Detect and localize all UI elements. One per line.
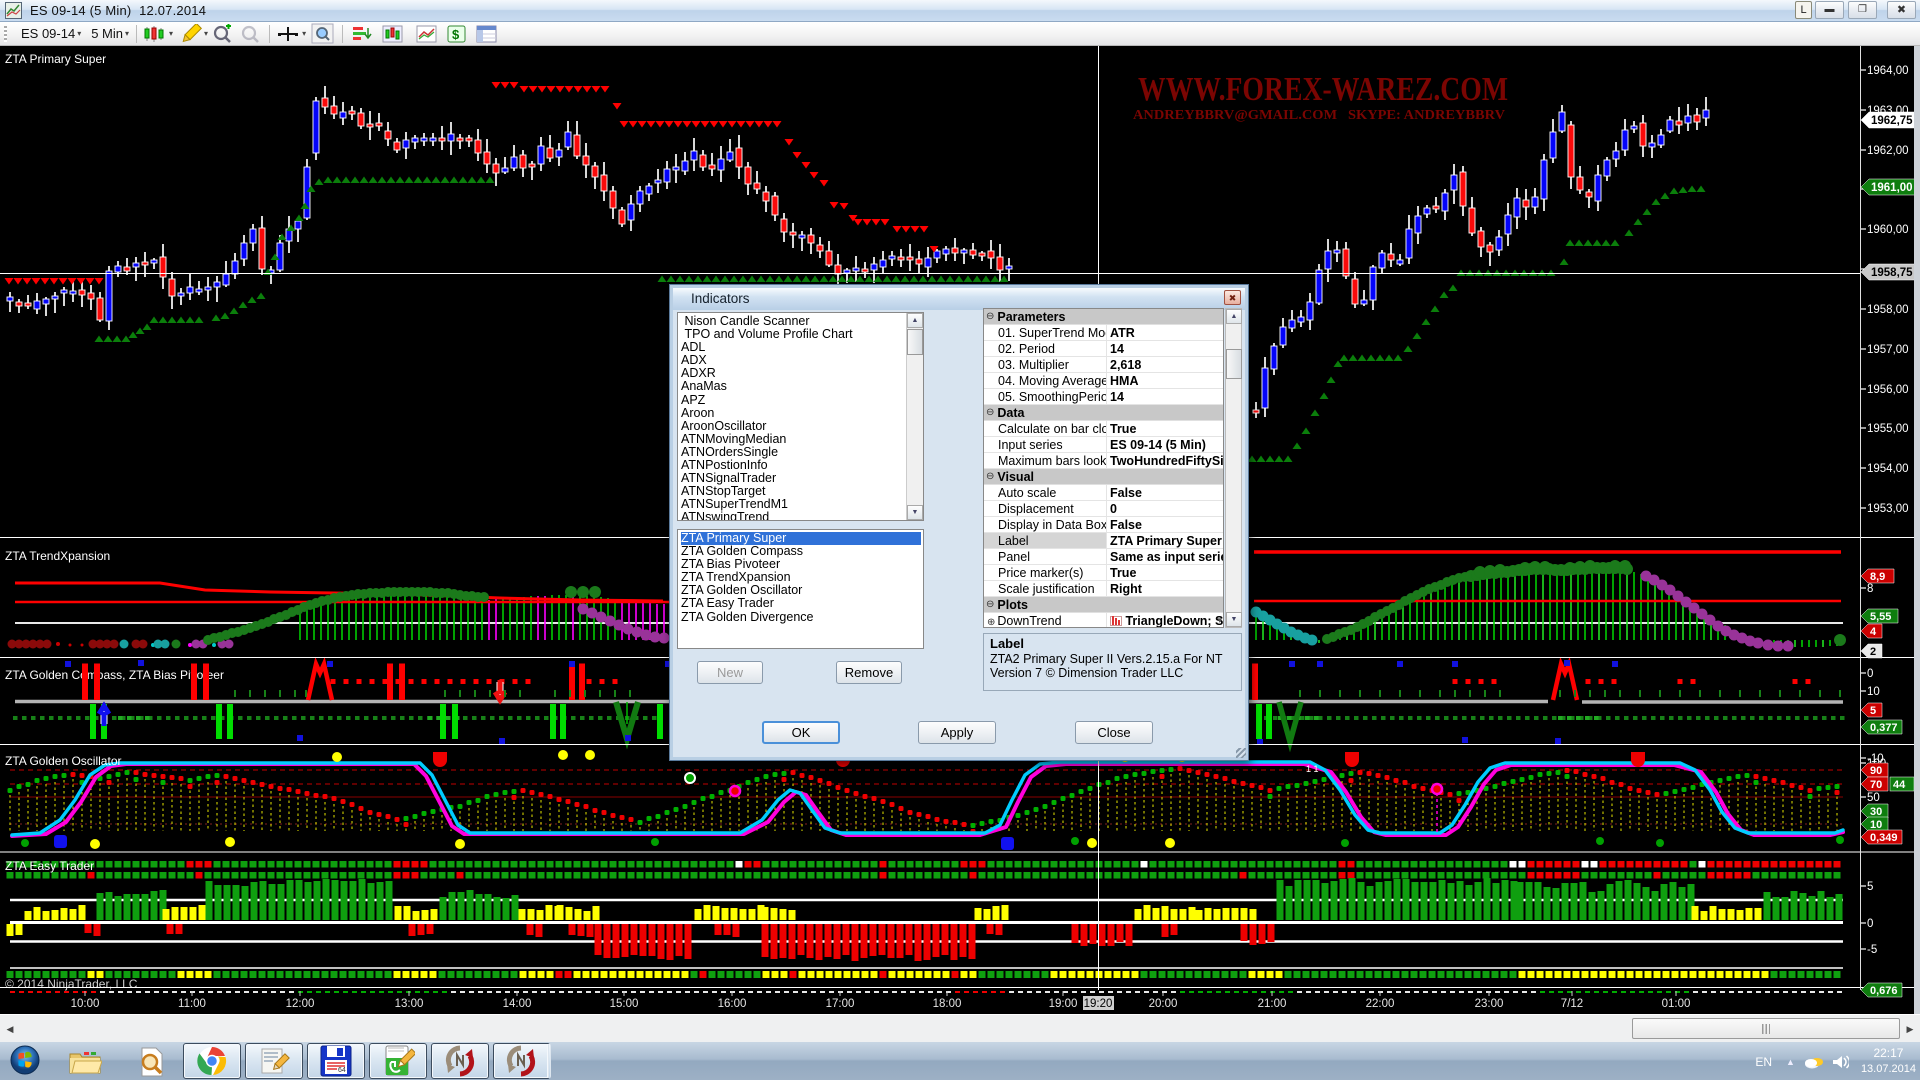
svg-text:44: 44 — [1893, 779, 1906, 791]
svg-text:14:00: 14:00 — [503, 998, 532, 1010]
svg-text:ZTA Easy Trader: ZTA Easy Trader — [5, 859, 94, 873]
svg-text:1960,00: 1960,00 — [1867, 224, 1909, 236]
svg-text:20:00: 20:00 — [1149, 998, 1178, 1010]
svg-text:18:00: 18:00 — [933, 998, 962, 1010]
svg-text:5,55: 5,55 — [1870, 611, 1891, 623]
svg-text:1953,00: 1953,00 — [1867, 503, 1909, 515]
svg-text:1958,75: 1958,75 — [1871, 267, 1913, 279]
svg-text:© 2014 NinjaTrader, LLC: © 2014 NinjaTrader, LLC — [5, 977, 138, 991]
svg-text:30: 30 — [1870, 806, 1882, 818]
svg-text:4: 4 — [1870, 626, 1877, 638]
svg-text:0: 0 — [1867, 668, 1873, 680]
svg-text:2: 2 — [1870, 646, 1876, 658]
svg-text:10: 10 — [1870, 819, 1882, 831]
svg-text:13:00: 13:00 — [395, 998, 424, 1010]
svg-text:17:00: 17:00 — [826, 998, 855, 1010]
svg-text:21:00: 21:00 — [1258, 998, 1287, 1010]
svg-text:1957,00: 1957,00 — [1867, 344, 1909, 356]
svg-text:ZTA TrendXpansion: ZTA TrendXpansion — [5, 549, 110, 563]
svg-text:1 1: 1 1 — [1306, 764, 1319, 774]
svg-text:10:00: 10:00 — [71, 998, 100, 1010]
svg-text:1962,75: 1962,75 — [1871, 115, 1913, 127]
svg-text:16:00: 16:00 — [718, 998, 747, 1010]
svg-text:50: 50 — [1867, 792, 1880, 804]
svg-text:0,377: 0,377 — [1870, 722, 1898, 734]
svg-text:90: 90 — [1870, 765, 1882, 777]
svg-text:1958,00: 1958,00 — [1867, 304, 1909, 316]
svg-text:11:00: 11:00 — [178, 998, 206, 1010]
svg-text:5: 5 — [1867, 881, 1873, 893]
svg-text:8: 8 — [1867, 583, 1873, 595]
svg-text:12:00: 12:00 — [286, 998, 315, 1010]
svg-text:22:00: 22:00 — [1366, 998, 1395, 1010]
svg-text:0: 0 — [1867, 918, 1873, 930]
svg-text:19:00: 19:00 — [1049, 998, 1078, 1010]
svg-text:1954,00: 1954,00 — [1867, 463, 1909, 475]
svg-text:WWW.FOREX-WAREZ.COM: WWW.FOREX-WAREZ.COM — [1138, 71, 1508, 108]
svg-text:7/12: 7/12 — [1561, 998, 1583, 1010]
svg-text:19:20: 19:20 — [1084, 998, 1113, 1010]
svg-text:8,9: 8,9 — [1870, 571, 1885, 583]
svg-text:15:00: 15:00 — [610, 998, 639, 1010]
svg-text:1961,00: 1961,00 — [1871, 182, 1913, 194]
svg-text:ZTA Primary Super: ZTA Primary Super — [5, 52, 106, 66]
svg-text:64: 64 — [338, 1067, 346, 1074]
svg-text:ANDREYBBRV@GMAIL.COM SKYPE:: ANDREYBBRV@GMAIL.COM SKYPE: ANDREYBBRV — [1133, 108, 1505, 123]
svg-text:23:00: 23:00 — [1475, 998, 1504, 1010]
svg-text:-5: -5 — [1867, 944, 1877, 956]
svg-text:70: 70 — [1870, 779, 1882, 791]
svg-text:5: 5 — [1870, 705, 1876, 717]
svg-text:10: 10 — [1867, 686, 1880, 698]
svg-text:1964,00: 1964,00 — [1867, 65, 1909, 77]
svg-text:01:00: 01:00 — [1662, 998, 1691, 1010]
svg-text:ZTA Golden Oscillator: ZTA Golden Oscillator — [5, 754, 121, 768]
svg-text:1955,00: 1955,00 — [1867, 423, 1909, 435]
svg-text:0,349: 0,349 — [1870, 832, 1898, 844]
svg-text:$: $ — [452, 27, 460, 42]
svg-text:0,676: 0,676 — [1870, 985, 1898, 997]
svg-text:1962,00: 1962,00 — [1867, 145, 1909, 157]
svg-text:1956,00: 1956,00 — [1867, 384, 1909, 396]
